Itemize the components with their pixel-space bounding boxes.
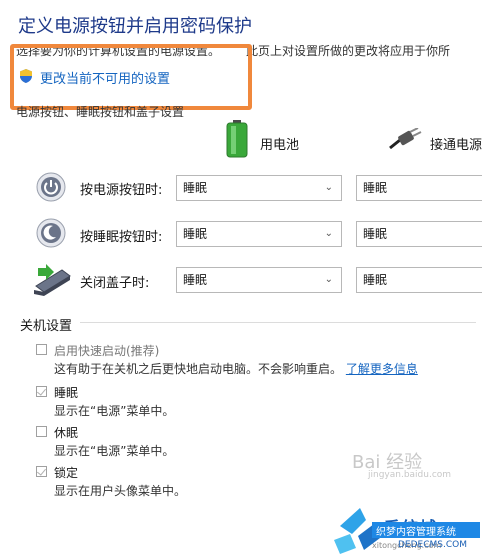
select-value: 睡眠 <box>363 181 388 195</box>
shutdown-settings-title: 关机设置 <box>20 319 73 334</box>
power-button-row <box>36 172 66 202</box>
highlight-box <box>10 44 252 110</box>
hibernate-checkbox[interactable] <box>36 426 47 437</box>
baidu-watermark-url: jingyan.baidu.com <box>368 470 452 480</box>
sleep-button-row <box>36 218 66 248</box>
select-value: 睡眠 <box>183 273 208 287</box>
page-title: 定义电源按钮并启用密码保护 <box>18 16 252 37</box>
close-lid-battery-select[interactable]: 睡眠 ⌄ <box>176 267 342 293</box>
column-plugged-in: 接通电源 <box>430 138 482 153</box>
sleep-description: 显示在“电源”菜单中。 <box>54 404 175 418</box>
fast-startup-checkbox[interactable] <box>36 344 47 355</box>
page-description-continued: 此页上对设置所做的更改将应用于你所 <box>246 44 451 58</box>
power-button-label: 按电源按钮时: <box>80 183 163 198</box>
fast-startup-description: 这有助于在关机之后更快地启动电脑。不会影响重启。 了解更多信息 <box>54 360 418 377</box>
close-lid-label: 关闭盖子时: <box>80 276 150 291</box>
sleep-button-icon <box>36 218 66 248</box>
power-section-label: 电源按钮、睡眠按钮和盖子设置 <box>16 105 185 119</box>
battery-icon <box>226 120 248 158</box>
site-url: DEDECMS.COM <box>398 540 467 550</box>
fast-startup-label: 启用快速启动(推荐) <box>54 344 160 358</box>
chevron-down-icon: ⌄ <box>324 228 333 239</box>
select-value: 睡眠 <box>183 181 208 195</box>
sleep-label: 睡眠 <box>54 386 79 400</box>
chevron-down-icon: ⌄ <box>324 274 333 285</box>
lock-description: 显示在用户头像菜单中。 <box>54 484 187 498</box>
power-plug-icon <box>389 128 422 150</box>
lock-checkbox[interactable] <box>36 466 47 477</box>
sleep-button-label: 按睡眠按钮时: <box>80 230 163 245</box>
column-on-battery: 用电池 <box>260 138 300 153</box>
select-value: 睡眠 <box>363 273 388 287</box>
select-value: 睡眠 <box>183 227 208 241</box>
laptop-lid-icon <box>34 264 71 296</box>
section-divider <box>80 322 476 323</box>
power-button-battery-select[interactable]: 睡眠 ⌄ <box>176 175 342 201</box>
sleep-button-battery-select[interactable]: 睡眠 ⌄ <box>176 221 342 247</box>
learn-more-link[interactable]: 了解更多信息 <box>346 362 418 376</box>
site-banner-text: 织梦内容管理系统 <box>376 527 456 538</box>
lock-label: 锁定 <box>54 466 79 480</box>
close-lid-plugged-select[interactable]: 睡眠 <box>356 267 482 293</box>
sleep-button-plugged-select[interactable]: 睡眠 <box>356 221 482 247</box>
power-button-icon <box>36 172 66 202</box>
select-value: 睡眠 <box>363 227 388 241</box>
hibernate-description: 显示在“电源”菜单中。 <box>54 444 175 458</box>
sleep-checkbox[interactable] <box>36 386 47 397</box>
chevron-down-icon: ⌄ <box>324 182 333 193</box>
hibernate-label: 休眠 <box>54 426 79 440</box>
fast-startup-description-text: 这有助于在关机之后更快地启动电脑。不会影响重启。 <box>54 362 343 376</box>
power-button-plugged-select[interactable]: 睡眠 <box>356 175 482 201</box>
